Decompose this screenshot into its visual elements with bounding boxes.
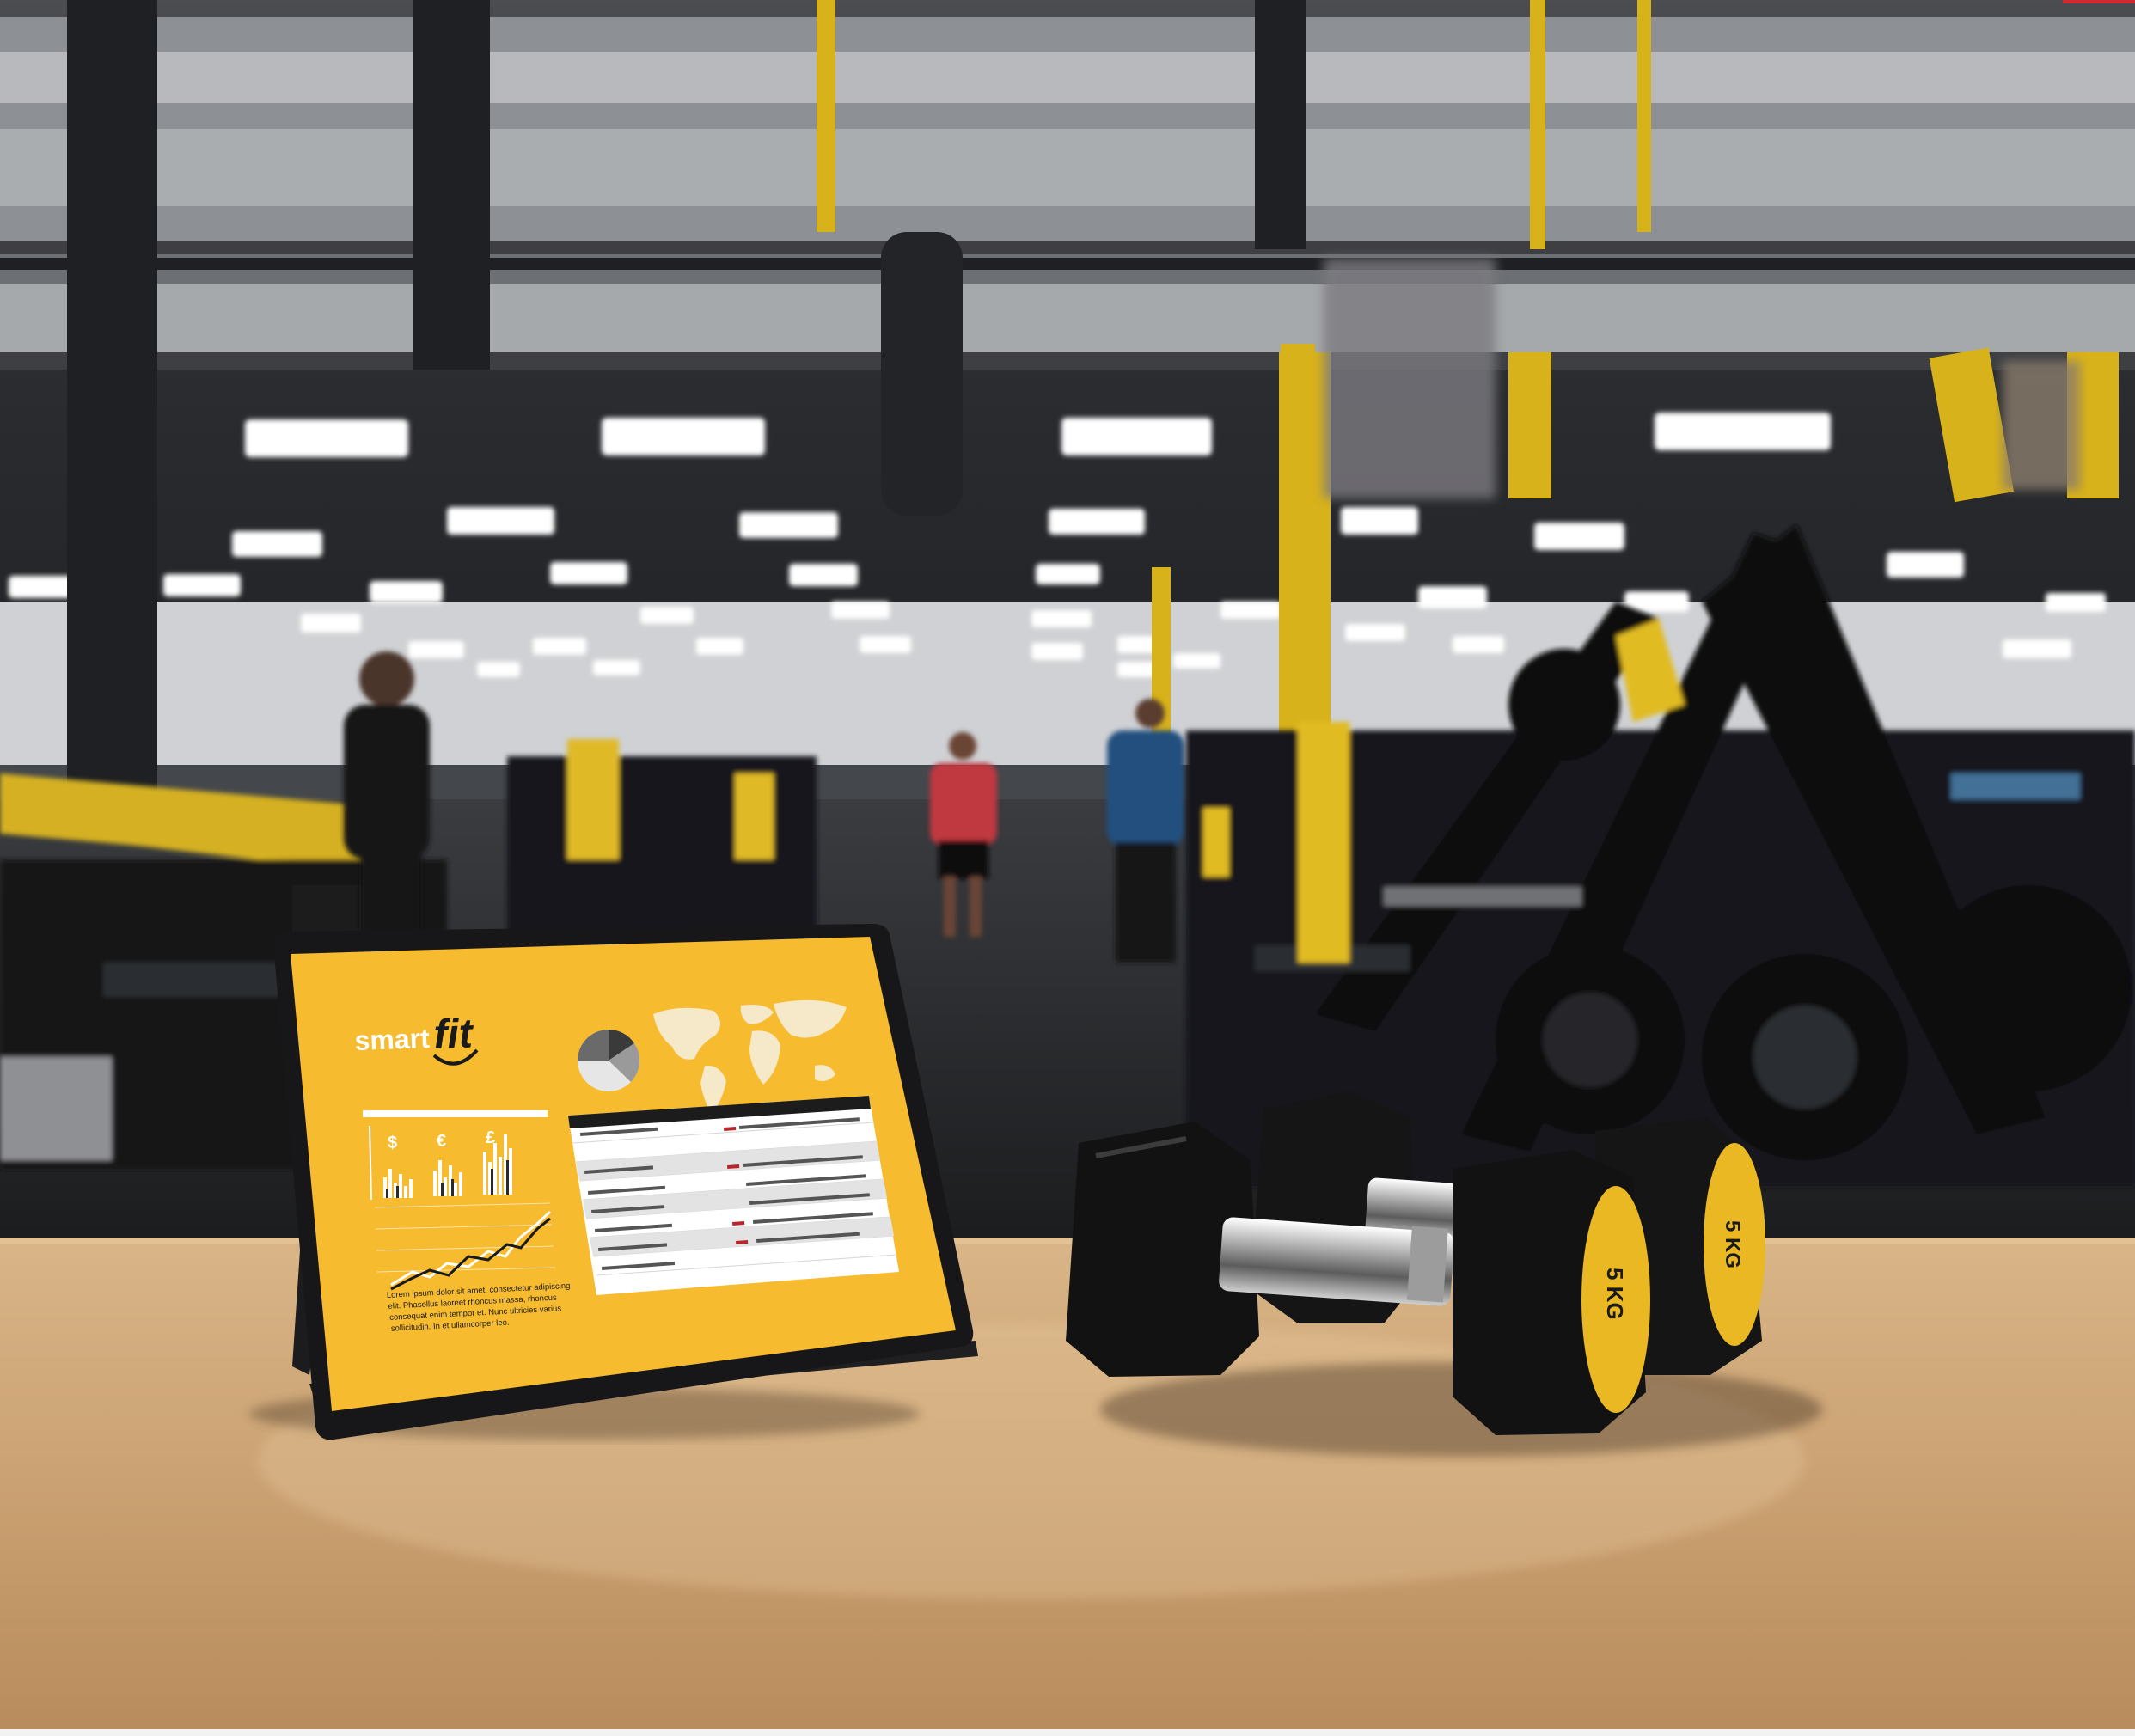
logo-text-fit: fit <box>433 1011 475 1058</box>
front-dumbbell-weight-label: 5 KG <box>1602 1268 1628 1320</box>
back-dumbbell-weight-label: 5 KG <box>1721 1220 1744 1268</box>
pie-chart-graphic <box>578 1030 640 1091</box>
gym-scene: smart fit $ € £ Lorem ipsum dolor sit am… <box>0 0 2135 1736</box>
logo-text-smart: smart <box>354 1023 431 1056</box>
currency-euro-label: € <box>437 1132 446 1151</box>
data-table-graphic <box>568 1096 899 1295</box>
currency-dollar-label: $ <box>388 1134 397 1152</box>
